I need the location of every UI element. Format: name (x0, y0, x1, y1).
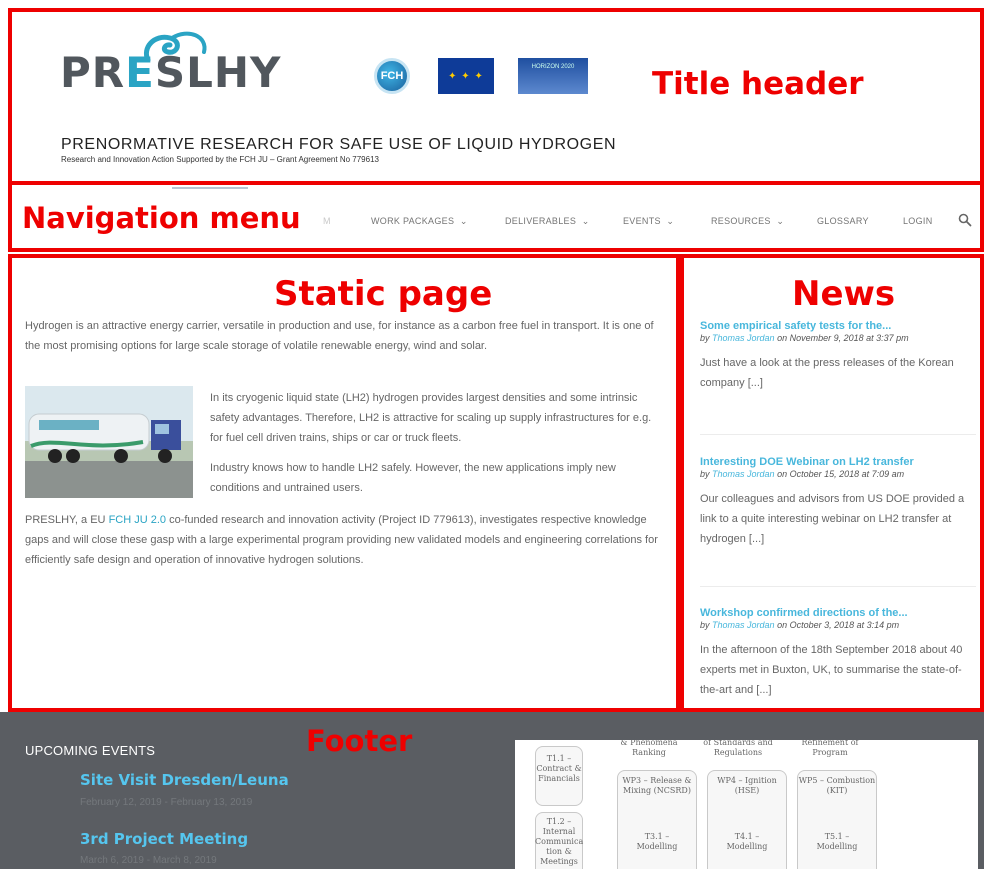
wp3-task: T3.1 – Modelling (636, 832, 678, 851)
diagram-cell: T1.1 – Contract & Financials (536, 754, 582, 783)
event-title-link[interactable]: Site Visit Dresden/Leuna (80, 771, 289, 789)
news-region (680, 254, 984, 712)
wp4-task: T4.1 – Modelling (726, 832, 768, 851)
upcoming-events-heading: UPCOMING EVENTS (25, 743, 156, 758)
event-date: February 12, 2019 - February 13, 2019 (80, 797, 253, 808)
event-title-link[interactable]: 3rd Project Meeting (80, 830, 248, 848)
wp5-title: WP5 – Combustion (KIT) (798, 776, 876, 795)
news-label: News (792, 274, 896, 314)
wp5-task: T5.1 – Modelling (816, 832, 858, 851)
footer-label: Footer (306, 724, 413, 758)
static-page-region (8, 254, 680, 712)
wp4-title: WP4 – Ignition (HSE) (717, 776, 777, 795)
static-page-label: Static page (274, 274, 493, 314)
work-package-diagram: & Phenomena Ranking of Standards and Reg… (515, 740, 978, 869)
annotated-screenshot: PRESLHY FCH ✦ ✦ ✦ HORIZON 2020 PRENORMAT… (0, 0, 984, 869)
diagram-cell: & Phenomena Ranking (620, 740, 678, 757)
title-header-label: Title header (652, 66, 864, 102)
event-date: March 6, 2019 - March 8, 2019 (80, 855, 217, 866)
wp3-title: WP3 – Release & Mixing (NCSRD) (622, 776, 692, 795)
diagram-cell: T1.2 – Internal Communica tion & Meeting… (535, 817, 584, 866)
diagram-cell: of Standards and Regulations (703, 740, 773, 757)
diagram-cell: Refinement of Program (801, 740, 859, 757)
navigation-menu-label: Navigation menu (22, 201, 301, 235)
